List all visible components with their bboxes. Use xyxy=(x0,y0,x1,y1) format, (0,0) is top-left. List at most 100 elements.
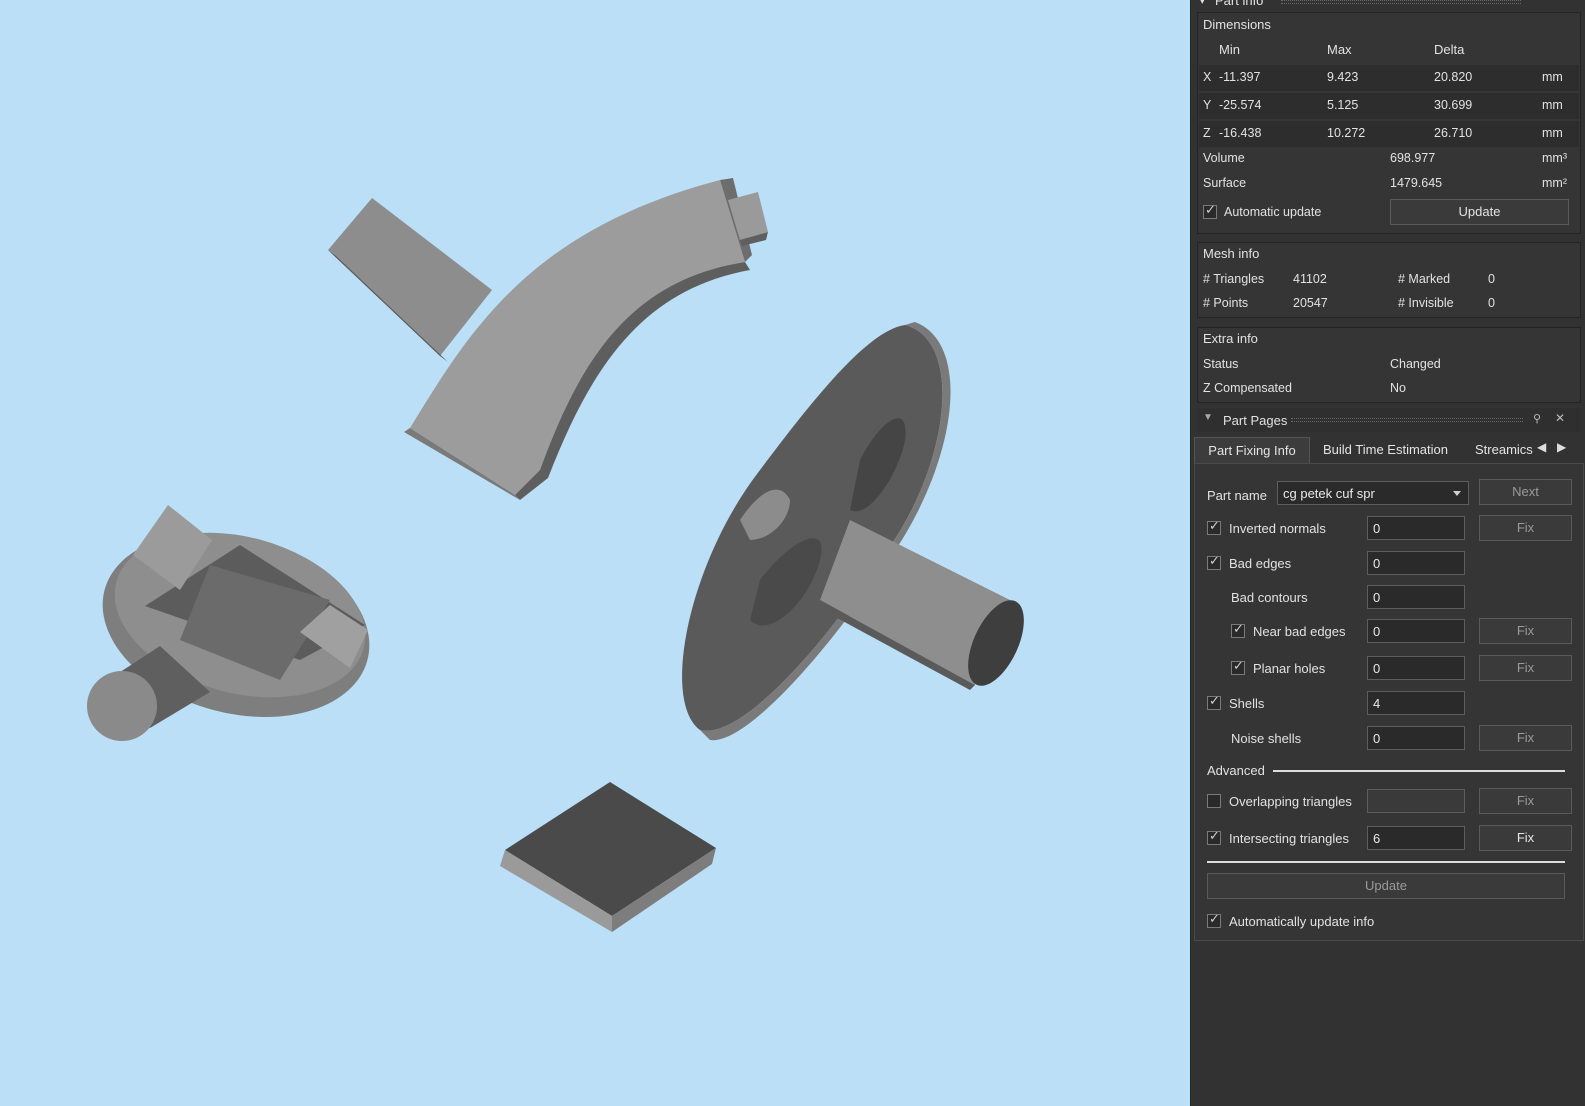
part-info-title: Part info xyxy=(1215,0,1264,8)
planar-holes-checkbox[interactable] xyxy=(1231,659,1245,675)
dim-y-axis: Y xyxy=(1203,98,1212,112)
pin-icon[interactable]: ⚲ xyxy=(1533,412,1541,425)
overlapping-triangles-label: Overlapping triangles xyxy=(1229,794,1352,809)
bad-edges-field[interactable]: 0 xyxy=(1367,551,1465,575)
noise-shells-label: Noise shells xyxy=(1231,731,1302,746)
scene-parts xyxy=(82,178,1035,932)
status-label: Status xyxy=(1203,357,1239,371)
inverted-normals-checkbox[interactable] xyxy=(1207,519,1221,535)
tab-streamics[interactable]: Streamics F xyxy=(1475,437,1537,463)
part-name-select[interactable]: cg petek cuf spr xyxy=(1277,481,1469,505)
inverted-normals-label: Inverted normals xyxy=(1229,521,1326,536)
invisible-label: # Invisible xyxy=(1398,296,1454,310)
part-pages-title: Part Pages xyxy=(1223,413,1288,428)
part-info-collapse-icon[interactable]: ▾ xyxy=(1199,0,1206,8)
invisible-value: 0 xyxy=(1488,296,1495,310)
z-compensated-label: Z Compensated xyxy=(1203,381,1292,395)
dim-y-delta: 30.699 xyxy=(1434,98,1473,112)
3d-viewport[interactable] xyxy=(0,0,1190,1106)
points-label: # Points xyxy=(1203,296,1249,310)
marked-value: 0 xyxy=(1488,272,1495,286)
part-info-update-button[interactable]: Update xyxy=(1390,199,1569,225)
part-name-label: Part name xyxy=(1207,488,1267,503)
dim-x-axis: X xyxy=(1203,70,1212,84)
volume-label: Volume xyxy=(1203,151,1245,165)
noise-shells-field[interactable]: 0 xyxy=(1367,726,1465,750)
dim-z-max: 10.272 xyxy=(1327,126,1366,140)
chevron-down-icon xyxy=(1453,491,1461,496)
triangles-value: 41102 xyxy=(1293,272,1327,286)
planar-holes-field[interactable]: 0 xyxy=(1367,656,1465,680)
inverted-normals-field[interactable]: 0 xyxy=(1367,516,1465,540)
volume-unit: mm³ xyxy=(1542,151,1567,165)
part-name-value: cg petek cuf spr xyxy=(1283,486,1375,501)
mesh-info-label: Mesh info xyxy=(1203,246,1260,261)
dim-header-delta: Delta xyxy=(1434,42,1465,57)
near-bad-edges-field[interactable]: 0 xyxy=(1367,619,1465,643)
tab-part-fixing-info[interactable]: Part Fixing Info xyxy=(1194,437,1310,463)
intersecting-triangles-field[interactable]: 6 xyxy=(1367,826,1465,850)
extra-info-label: Extra info xyxy=(1203,331,1258,346)
dim-z-axis: Z xyxy=(1203,126,1211,140)
shells-checkbox[interactable] xyxy=(1207,694,1221,710)
overlapping-triangles-field[interactable] xyxy=(1367,789,1465,813)
tab-build-time-estimation[interactable]: Build Time Estimation xyxy=(1323,437,1448,463)
bad-edges-label: Bad edges xyxy=(1229,556,1292,571)
bad-contours-field[interactable]: 0 xyxy=(1367,585,1465,609)
part-pages-dock-grip[interactable] xyxy=(1291,418,1523,422)
dim-header-min: Min xyxy=(1219,42,1240,57)
volume-value: 698.977 xyxy=(1390,151,1436,165)
next-button[interactable]: Next xyxy=(1479,479,1572,505)
overlapping-triangles-fix-button[interactable]: Fix xyxy=(1479,788,1572,814)
tab-scroll-right-icon[interactable]: ▶ xyxy=(1557,440,1566,454)
intersecting-triangles-label: Intersecting triangles xyxy=(1229,831,1349,846)
dim-y-min: -25.574 xyxy=(1219,98,1262,112)
bottom-divider xyxy=(1207,861,1565,863)
noise-shells-fix-button[interactable]: Fix xyxy=(1479,725,1572,751)
dim-z-delta: 26.710 xyxy=(1434,126,1473,140)
planar-holes-fix-button[interactable]: Fix xyxy=(1479,655,1572,681)
part-square-tile[interactable] xyxy=(500,782,716,932)
near-bad-edges-label: Near bad edges xyxy=(1253,624,1346,639)
planar-holes-label: Planar holes xyxy=(1253,661,1326,676)
status-value: Changed xyxy=(1390,357,1441,371)
advanced-label: Advanced xyxy=(1207,763,1265,778)
right-panel: ▾ Part info Dimensions Min Max Delta X -… xyxy=(1190,0,1585,1106)
points-value: 20547 xyxy=(1293,296,1328,310)
bad-edges-checkbox[interactable] xyxy=(1207,554,1221,570)
shells-label: Shells xyxy=(1229,696,1265,711)
tab-scroll-left-icon[interactable]: ◀ xyxy=(1537,440,1546,454)
close-icon[interactable]: ✕ xyxy=(1555,411,1565,425)
surface-value: 1479.645 xyxy=(1390,176,1443,190)
overlapping-triangles-checkbox[interactable] xyxy=(1207,794,1221,808)
near-bad-edges-checkbox[interactable] xyxy=(1231,622,1245,638)
dim-y-max: 5.125 xyxy=(1327,98,1359,112)
intersecting-triangles-checkbox[interactable] xyxy=(1207,829,1221,845)
dim-z-min: -16.438 xyxy=(1219,126,1262,140)
part-fixing-update-button[interactable]: Update xyxy=(1207,873,1565,899)
auto-update-info-label: Automatically update info xyxy=(1229,914,1375,929)
triangles-label: # Triangles xyxy=(1203,272,1265,286)
bad-contours-label: Bad contours xyxy=(1231,590,1308,605)
dim-x-unit: mm xyxy=(1542,70,1563,84)
shells-field[interactable]: 4 xyxy=(1367,691,1465,715)
part-oval-base[interactable] xyxy=(82,505,390,745)
dim-header-max: Max xyxy=(1327,42,1352,57)
inverted-normals-fix-button[interactable]: Fix xyxy=(1479,515,1572,541)
dim-x-max: 9.423 xyxy=(1327,70,1359,84)
automatic-update-checkbox[interactable] xyxy=(1203,203,1217,219)
auto-update-info-checkbox[interactable] xyxy=(1207,912,1221,928)
z-compensated-value: No xyxy=(1390,381,1406,395)
dimensions-label: Dimensions xyxy=(1203,17,1271,32)
part-flower-disc[interactable] xyxy=(682,322,1035,741)
intersecting-triangles-fix-button[interactable]: Fix xyxy=(1479,825,1572,851)
part-info-dock-grip[interactable] xyxy=(1281,0,1521,4)
part-curved-arm[interactable] xyxy=(328,178,768,500)
near-bad-edges-fix-button[interactable]: Fix xyxy=(1479,618,1572,644)
part-pages-collapse-icon[interactable]: ▼ xyxy=(1203,412,1213,423)
dim-x-min: -11.397 xyxy=(1219,70,1261,84)
marked-label: # Marked xyxy=(1398,272,1451,286)
dim-z-unit: mm xyxy=(1542,126,1563,140)
surface-label: Surface xyxy=(1203,176,1247,190)
advanced-divider xyxy=(1273,770,1565,772)
